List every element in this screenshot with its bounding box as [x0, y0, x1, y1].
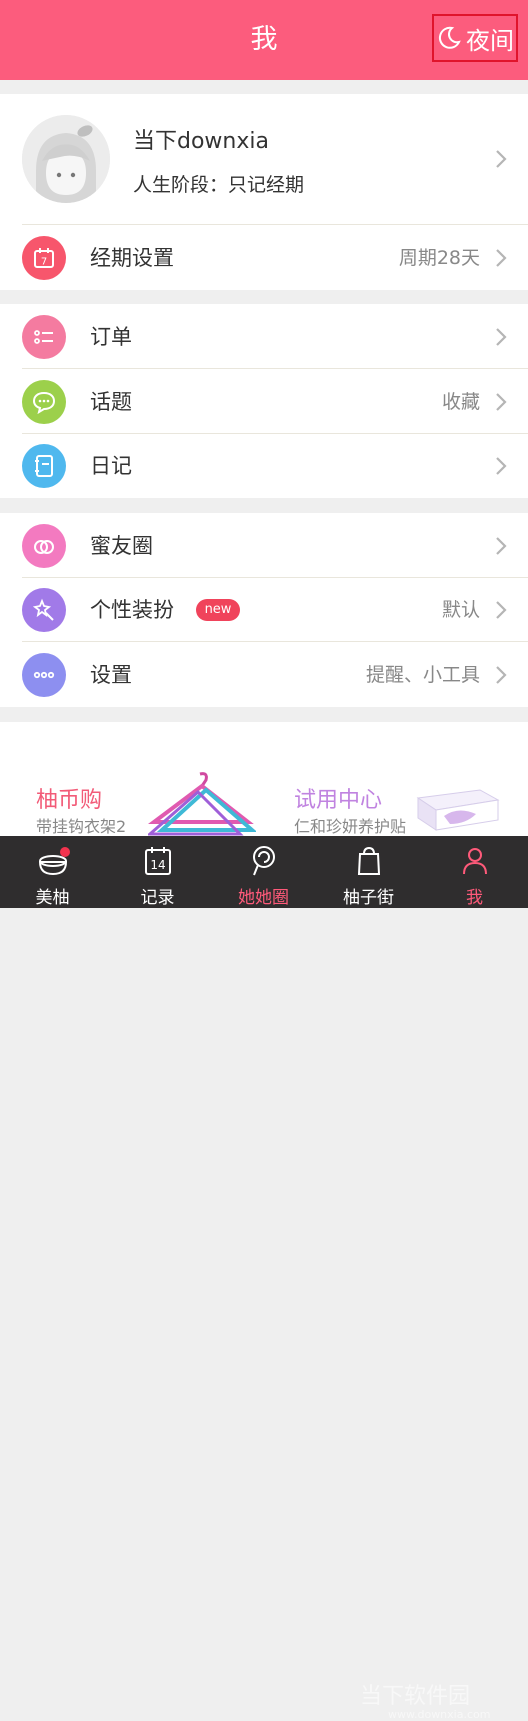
menu-item-personalize[interactable]: 个性装扮 new 默认 — [0, 578, 528, 642]
chevron-right-icon — [496, 393, 507, 411]
lollipop-icon — [253, 846, 275, 876]
settings-value: 提醒、小工具 — [365, 664, 480, 686]
tab-label: 我 — [466, 888, 483, 908]
orders-label: 订单 — [90, 325, 132, 349]
menu-item-friends-circle[interactable]: 蜜友圈 — [0, 514, 528, 578]
chevron-right-icon — [496, 328, 507, 346]
theme-value: 默认 — [441, 599, 480, 621]
menu-item-orders[interactable]: 订单 — [0, 305, 528, 369]
profile-name[interactable]: 当下downxia — [133, 123, 269, 155]
more-dots-icon — [22, 653, 66, 697]
product-box-image — [416, 789, 500, 831]
diary-label: 日记 — [90, 454, 132, 478]
cycle-length-value: 周期28天 — [398, 247, 480, 269]
svg-text:7: 7 — [41, 257, 47, 268]
chevron-right-icon — [496, 601, 507, 619]
personalize-label: 个性装扮 — [90, 598, 174, 622]
bottom-tab-bar: 美柚 14 记录 她她圈 柚子街 我 当下软件园 www.downxia.com — [0, 836, 528, 1721]
divider — [22, 224, 528, 225]
tab-label: 记录 — [140, 888, 175, 908]
divider — [22, 641, 528, 642]
calendar-day: 14 — [150, 858, 165, 872]
night-mode-label: 夜间 — [466, 26, 514, 55]
top-bar: 我 夜间 — [0, 0, 528, 80]
new-badge: new — [196, 599, 240, 621]
topics-label: 话题 — [90, 390, 132, 414]
friends-circle-label: 蜜友圈 — [90, 534, 153, 558]
chevron-right-icon — [496, 249, 507, 267]
menu-item-diary[interactable]: 日记 — [0, 434, 528, 498]
hanger-image — [148, 772, 256, 836]
life-stage: 人生阶段：只记经期 — [133, 174, 305, 196]
avatar-illustration — [22, 115, 110, 203]
chevron-right-icon — [496, 537, 507, 555]
promo-subtitle: 仁和珍妍养护贴 — [294, 817, 407, 836]
shopping-bag-icon — [357, 846, 381, 875]
favorites-value: 收藏 — [441, 391, 480, 413]
tab-label: 柚子街 — [343, 888, 394, 908]
night-mode-button[interactable]: 夜间 — [432, 14, 518, 62]
period-settings-label: 经期设置 — [90, 246, 174, 270]
list-icon — [22, 315, 66, 359]
chevron-right-icon — [496, 666, 507, 684]
promo-title: 试用中心 — [294, 788, 383, 813]
moon-icon — [438, 26, 461, 49]
promo-title: 柚币购 — [36, 788, 103, 813]
chevron-right-icon[interactable] — [494, 148, 508, 170]
magic-wand-icon — [22, 588, 66, 632]
watermark-text: 当下软件园 — [360, 1684, 471, 1709]
promo-subtitle: 带挂钩衣架2 — [36, 817, 127, 836]
watermark-url: www.downxia.com — [388, 1708, 491, 1721]
heart-rings-icon — [22, 524, 66, 568]
menu-item-settings[interactable]: 设置 提醒、小工具 — [0, 643, 528, 707]
avatar[interactable] — [22, 115, 110, 203]
promo-coin-shop[interactable]: 柚币购 带挂钩衣架2 — [0, 722, 264, 836]
person-icon — [463, 848, 487, 875]
divider — [22, 368, 528, 369]
notebook-icon — [22, 444, 66, 488]
promo-trial-center[interactable]: 试用中心 仁和珍妍养护贴 — [264, 722, 528, 836]
tab-label: 美柚 — [35, 888, 70, 908]
tab-record[interactable]: 14 记录 — [105, 836, 210, 908]
promo-area: 柚币购 带挂钩衣架2 试用中心 仁和珍妍养护贴 — [0, 722, 528, 836]
settings-label: 设置 — [90, 663, 132, 687]
tab-youzi-street[interactable]: 柚子街 — [316, 836, 421, 908]
menu-item-period-settings[interactable]: 7 经期设置 周期28天 — [0, 226, 528, 290]
menu-item-topics[interactable]: 话题 收藏 — [0, 370, 528, 434]
tab-tatacircle[interactable]: 她她圈 — [211, 836, 316, 908]
chevron-right-icon — [496, 457, 507, 475]
tab-me[interactable]: 我 — [422, 836, 527, 908]
calendar-7-icon: 7 — [22, 236, 66, 280]
tab-label: 她她圈 — [238, 888, 289, 908]
tab-meiyou[interactable]: 美柚 — [0, 836, 105, 908]
chat-bubble-icon — [22, 380, 66, 424]
calendar-14-icon: 14 — [145, 847, 171, 875]
pomelo-icon — [38, 847, 70, 876]
